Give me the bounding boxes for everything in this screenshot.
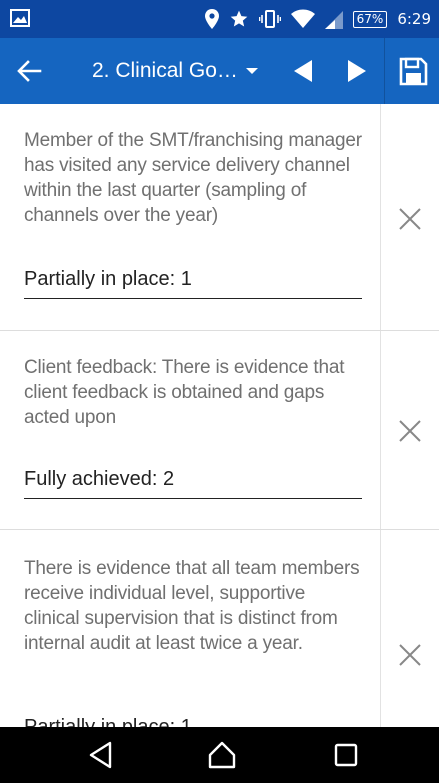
star-icon xyxy=(230,10,247,27)
save-icon[interactable] xyxy=(398,56,428,86)
back-arrow-icon[interactable] xyxy=(14,56,44,86)
clock: 6:29 xyxy=(397,10,431,28)
section-dropdown[interactable]: 2. Clinical Go… xyxy=(92,38,280,104)
question-description: Client feedback: There is evidence that … xyxy=(24,357,345,428)
navigation-bar xyxy=(0,727,439,783)
image-notification-icon xyxy=(10,9,30,27)
dropdown-caret-icon xyxy=(245,68,258,74)
divider xyxy=(380,530,381,727)
vibrate-icon xyxy=(258,10,281,28)
answer-field[interactable]: Fully achieved: 2 xyxy=(24,464,362,499)
list-item: There is evidence that all team members … xyxy=(0,530,439,727)
location-icon xyxy=(204,9,219,29)
question-list[interactable]: Member of the SMT/franchising manager ha… xyxy=(0,104,439,727)
divider xyxy=(380,104,381,330)
close-icon[interactable] xyxy=(396,205,424,233)
question-description: Member of the SMT/franchising manager ha… xyxy=(24,130,362,226)
wifi-icon xyxy=(290,9,315,28)
page-title: 2. Clinical Go… xyxy=(92,59,238,82)
answer-field[interactable]: Partially in place: 1 xyxy=(24,712,362,727)
status-bar: 67% 6:29 xyxy=(0,0,439,38)
close-icon[interactable] xyxy=(396,417,424,445)
divider xyxy=(380,331,381,529)
list-item: Client feedback: There is evidence that … xyxy=(0,331,439,530)
close-icon[interactable] xyxy=(396,641,424,669)
divider xyxy=(384,38,385,104)
app-bar: 2. Clinical Go… xyxy=(0,38,439,104)
question-description: There is evidence that all team members … xyxy=(24,558,360,654)
answer-field[interactable]: Partially in place: 1 xyxy=(24,264,362,299)
back-triangle-icon[interactable] xyxy=(86,739,118,771)
status-icons: 67% 6:29 xyxy=(204,0,431,38)
home-icon[interactable] xyxy=(206,739,238,771)
recents-icon[interactable] xyxy=(330,739,362,771)
signal-icon xyxy=(324,11,343,29)
next-icon[interactable] xyxy=(342,56,372,86)
battery-icon: 67% xyxy=(352,10,388,28)
previous-icon[interactable] xyxy=(288,56,318,86)
list-item: Member of the SMT/franchising manager ha… xyxy=(0,104,439,331)
